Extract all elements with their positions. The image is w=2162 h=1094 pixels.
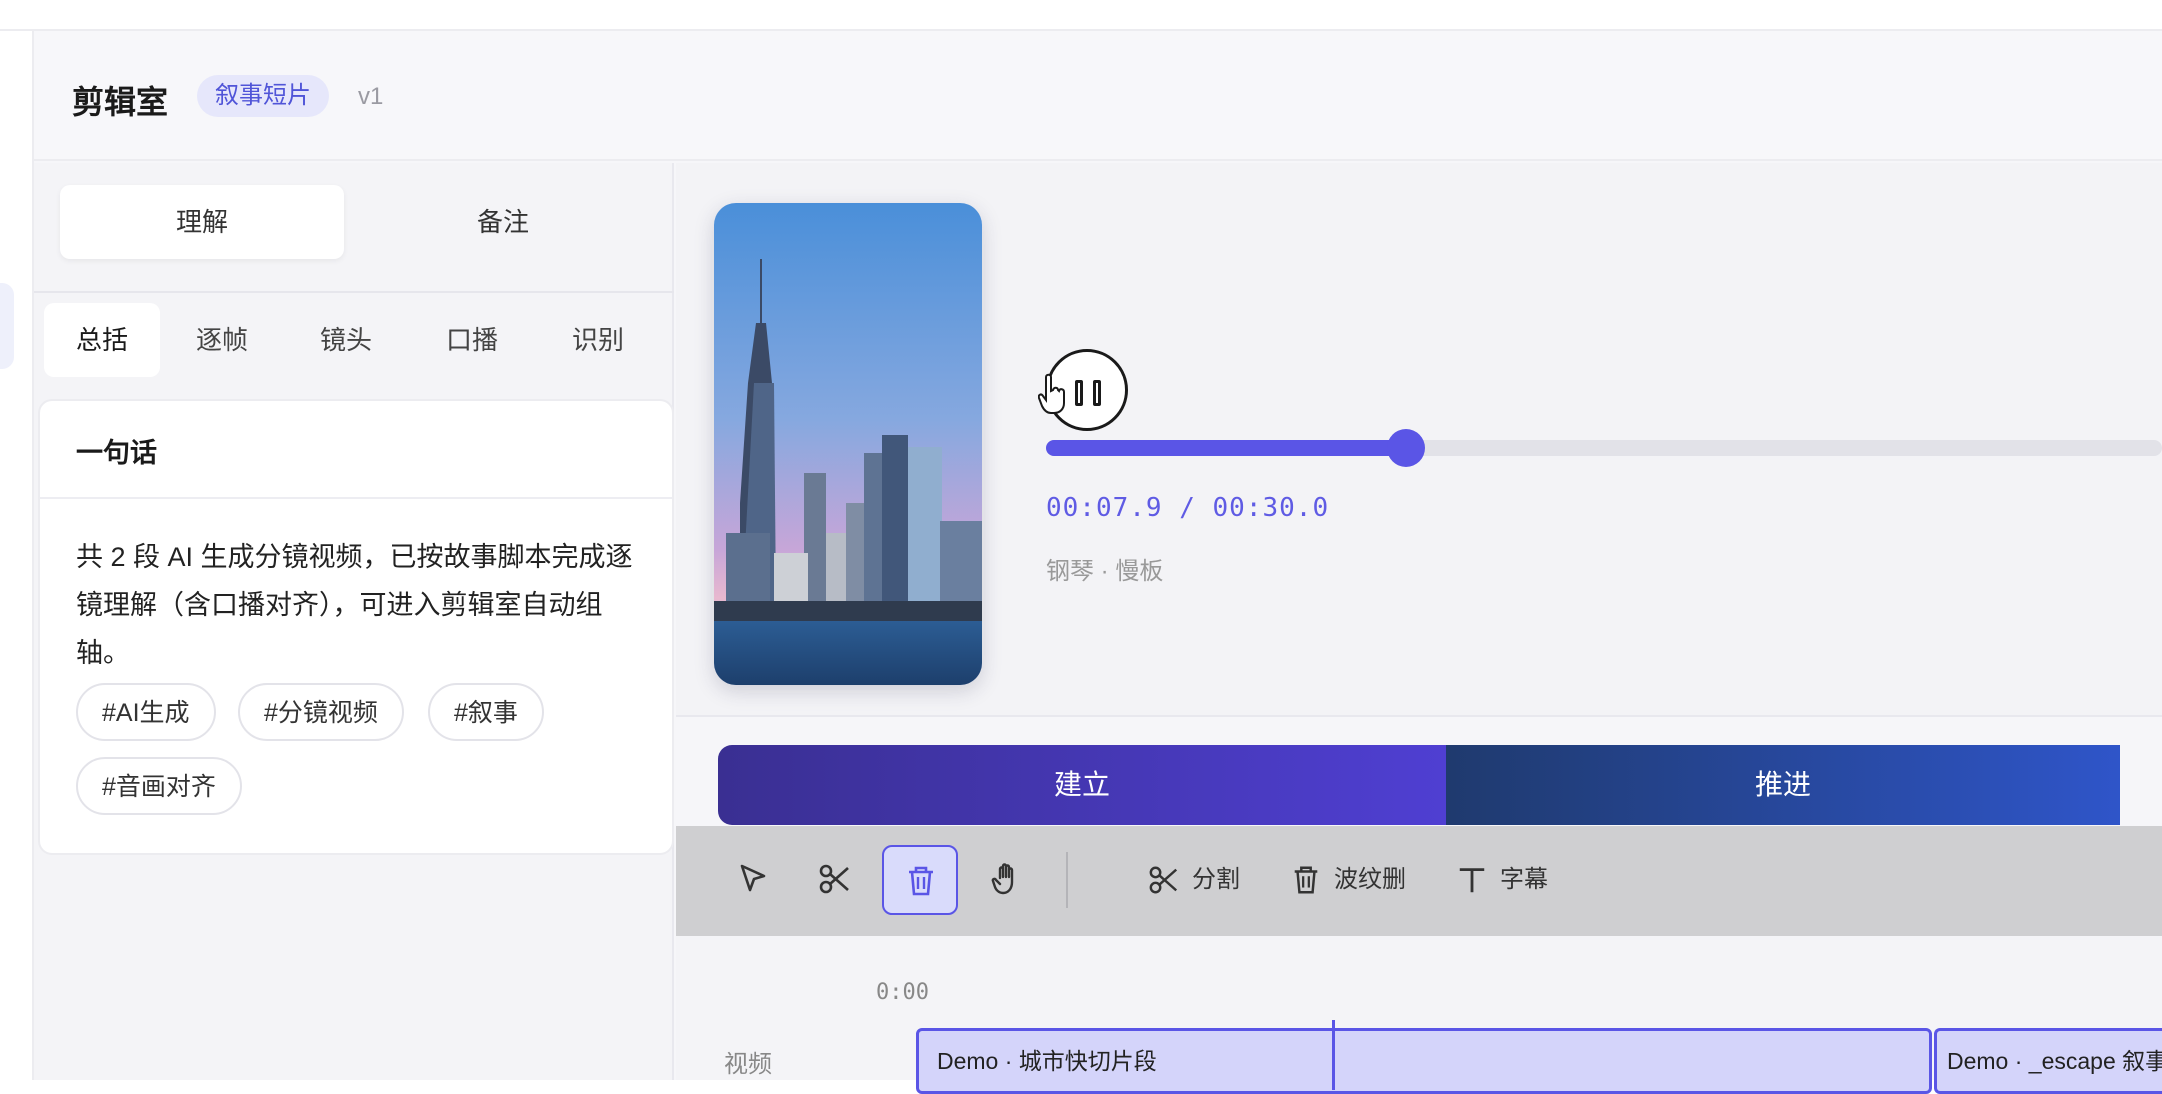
hand-cursor-icon — [1038, 373, 1065, 414]
video-clip[interactable]: Demo · _escape 叙事段 — [1934, 1028, 2162, 1094]
progress-knob[interactable] — [1387, 429, 1426, 467]
editor-app: 剪辑室 叙事短片 v1 理解 备注 总括 逐帧 镜头 口播 识别 一句话 共 2… — [34, 31, 2162, 1094]
ripple-delete-button[interactable]: 波纹删 — [1290, 845, 1406, 915]
divider — [40, 497, 672, 499]
trash-icon — [1294, 866, 1318, 894]
scissors-icon — [1149, 866, 1178, 894]
window-top-strip — [0, 0, 2162, 31]
time-ruler-zero: 0:00 — [876, 980, 929, 1005]
story-phase-bar: 建立 推进 — [682, 745, 2120, 825]
video-thumbnail[interactable] — [714, 203, 982, 685]
playback-progress[interactable] — [1046, 429, 2162, 467]
tab-frame-by-frame[interactable]: 逐帧 — [172, 303, 272, 377]
tab-voiceover[interactable]: 口播 — [422, 303, 522, 377]
hand-icon — [991, 863, 1014, 895]
scissors-icon — [819, 864, 849, 894]
page-title: 剪辑室 — [72, 84, 169, 120]
progress-fill — [1046, 440, 1407, 456]
music-label: 钢琴 · 慢板 — [1046, 558, 1164, 585]
subtitle-label: 字幕 — [1500, 866, 1548, 893]
video-clip[interactable]: Demo · 城市快切片段 — [916, 1028, 1932, 1094]
track-label-video: 视频 — [724, 1051, 772, 1078]
select-tool-button[interactable] — [716, 845, 792, 915]
phase-segment[interactable]: 推进 — [1446, 745, 2120, 825]
delete-tool-button[interactable] — [882, 845, 958, 915]
timecode: 00:07.9 / 00:30.0 — [1046, 493, 1330, 523]
trash-icon — [909, 866, 933, 896]
phase-segment[interactable]: 建立 — [718, 745, 1446, 825]
split-button[interactable]: 分割 — [1148, 845, 1240, 915]
tag-chip[interactable]: #AI生成 — [76, 683, 216, 741]
timeline: 0:00 视频 Demo · 城市快切片段 Demo · _escape 叙事段 — [676, 936, 2162, 1094]
subtab-bar: 总括 逐帧 镜头 口播 识别 — [44, 303, 674, 381]
segment-control: 理解 备注 — [60, 185, 650, 259]
divider — [34, 291, 674, 293]
tag-chip[interactable]: #音画对齐 — [76, 757, 242, 815]
segment-understand[interactable]: 理解 — [60, 185, 344, 259]
card-title: 一句话 — [76, 438, 157, 468]
preview-area: 00:07.9 / 00:30.0 钢琴 · 慢板 — [676, 163, 2162, 717]
pause-icon — [1093, 380, 1101, 406]
tab-shots[interactable]: 镜头 — [296, 303, 396, 377]
tag-chip[interactable]: #叙事 — [428, 683, 544, 741]
segment-notes[interactable]: 备注 — [356, 185, 650, 259]
text-t-icon — [1459, 868, 1485, 893]
ripple-delete-label: 波纹删 — [1334, 866, 1406, 893]
city-skyline-image — [714, 203, 982, 685]
toolbar-divider — [1066, 852, 1068, 908]
rail-active-tab[interactable] — [0, 283, 14, 369]
summary-text: 共 2 段 AI 生成分镜视频，已按故事脚本完成逐镜理解（含口播对齐），可进入剪… — [76, 542, 633, 668]
select-arrow-icon — [740, 864, 766, 892]
summary-card: 一句话 共 2 段 AI 生成分镜视频，已按故事脚本完成逐镜理解（含口播对齐），… — [38, 399, 674, 855]
header: 剪辑室 叙事短片 v1 — [34, 31, 2162, 161]
tag-chip[interactable]: #分镜视频 — [238, 683, 404, 741]
pause-icon — [1075, 380, 1083, 406]
tab-summary[interactable]: 总括 — [44, 303, 160, 377]
understanding-panel: 理解 备注 总括 逐帧 镜头 口播 识别 一句话 共 2 段 AI 生成分镜视频… — [34, 163, 674, 1080]
edit-toolbar: 分割 波纹删 字幕 — [676, 826, 2162, 936]
split-label: 分割 — [1192, 866, 1240, 893]
subtitle-button[interactable]: 字幕 — [1456, 845, 1548, 915]
hand-tool-button[interactable] — [970, 845, 1046, 915]
mode-badge: 叙事短片 — [197, 75, 329, 117]
version-label: v1 — [358, 83, 384, 110]
tab-recognition[interactable]: 识别 — [548, 303, 648, 377]
cut-tool-button[interactable] — [798, 845, 874, 915]
left-rail — [0, 31, 34, 1080]
